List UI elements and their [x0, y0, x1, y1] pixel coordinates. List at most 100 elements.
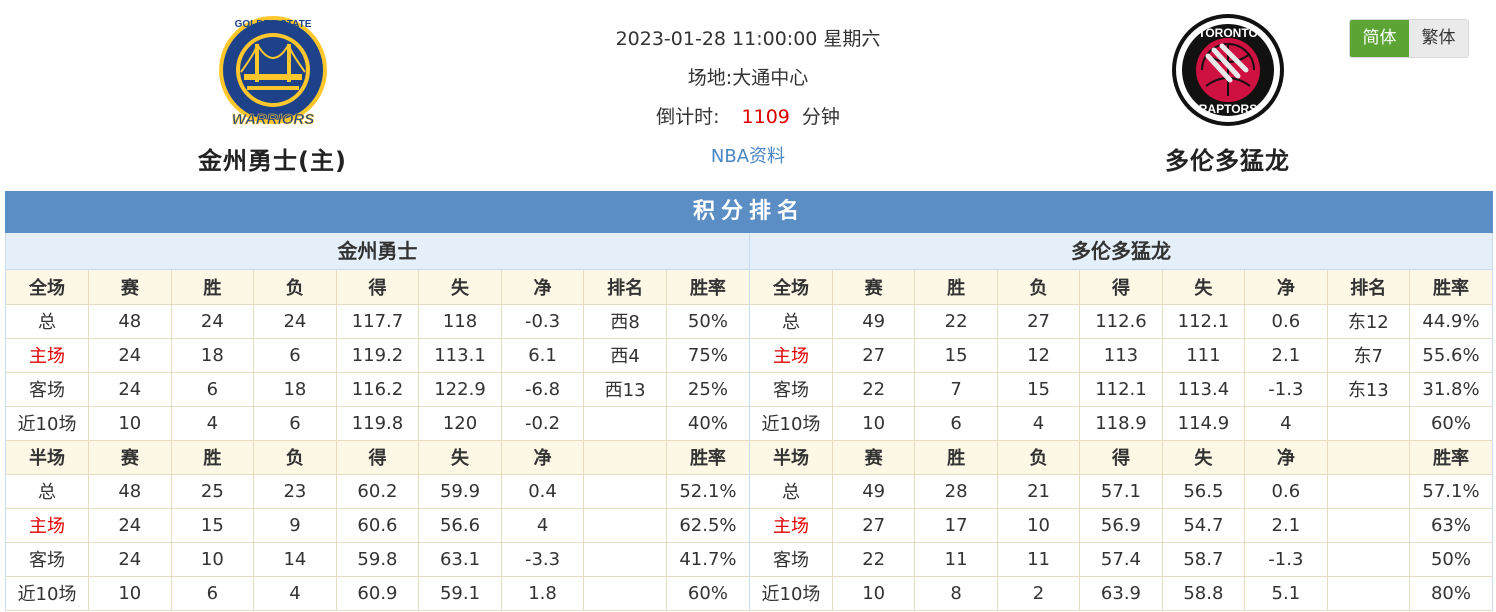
table-cell: 12 [997, 338, 1081, 373]
table-cell: 6 [171, 372, 255, 407]
table-cell: 118 [418, 304, 502, 339]
table-cell: 18 [171, 338, 255, 373]
row-label: 客场 [6, 542, 90, 577]
table-cell: 东7 [1327, 338, 1411, 373]
column-header: 胜率 [1409, 270, 1492, 305]
table-cell: 55.6% [1409, 338, 1492, 373]
table-row: 客场 24 6 18 116.2 122.9 -6.8 西13 25% [6, 372, 749, 407]
row-label: 客场 [6, 372, 90, 407]
table-cell: 24 [88, 542, 172, 577]
away-team-name: 多伦多猛龙 [1165, 147, 1290, 175]
table-row: 客场 24 10 14 59.8 63.1 -3.3 41.7% [6, 542, 749, 577]
away-team-block: TORONTO RAPTORS 多伦多猛龙 [1115, 10, 1340, 176]
table-cell: 111 [1162, 338, 1246, 373]
table-cell: 4 [253, 576, 337, 611]
table-cell: 60.9 [336, 576, 420, 611]
table-cell: 21 [997, 474, 1081, 509]
row-label: 总 [750, 304, 833, 339]
table-cell: 10 [88, 406, 172, 441]
table-cell: 116.2 [336, 372, 420, 407]
table-cell: 17 [914, 508, 998, 543]
logo-text-bottom: RAPTORS [1198, 102, 1256, 116]
row-label: 总 [6, 304, 90, 339]
table-cell: 0.4 [501, 474, 585, 509]
column-header: 净 [501, 440, 585, 475]
table-cell: 10 [832, 576, 916, 611]
table-cell: 22 [832, 542, 916, 577]
row-label: 主场 [6, 508, 90, 543]
home-team-name: 金州勇士(主) [198, 147, 347, 175]
table-cell: 58.7 [1162, 542, 1246, 577]
column-header: 排名 [583, 270, 667, 305]
table-cell [583, 542, 667, 577]
column-header: 胜 [171, 440, 255, 475]
row-label: 客场 [750, 542, 833, 577]
table-cell: 59.8 [336, 542, 420, 577]
standings-panel-away: 多伦多猛龙 全场赛胜负得失净排名 胜率总 49 22 27 112.6 112.1 0.6 东1… [749, 233, 1493, 611]
table-cell: 112.1 [1162, 304, 1246, 339]
table-cell: 22 [832, 372, 916, 407]
table-cell: 56.5 [1162, 474, 1246, 509]
row-label: 客场 [750, 372, 833, 407]
table-cell: 23 [253, 474, 337, 509]
column-header [583, 440, 667, 475]
table-cell: 9 [253, 508, 337, 543]
row-label: 近10场 [750, 576, 833, 611]
table-cell [583, 474, 667, 509]
table-cell: 27 [997, 304, 1081, 339]
venue-name: 大通中心 [732, 67, 809, 89]
table-cell: 57.1 [1079, 474, 1163, 509]
column-header: 得 [336, 440, 420, 475]
table-cell: 10 [997, 508, 1081, 543]
table-cell: 10 [832, 406, 916, 441]
table-cell: 119.2 [336, 338, 420, 373]
table-row: 近10场 10 8 2 63.9 58.8 5.1 80% [750, 576, 1492, 611]
venue-row: 场地:大通中心 [550, 61, 946, 100]
column-header: 赛 [832, 440, 916, 475]
countdown-unit: 分钟 [801, 106, 840, 128]
table-cell: 122.9 [418, 372, 502, 407]
table-cell: 120 [418, 406, 502, 441]
venue-label: 场地: [687, 67, 733, 89]
table-cell: 60.2 [336, 474, 420, 509]
standings-panels: 金州勇士 全场赛胜负得失净排名 胜率总 48 24 24 117.7 118 -0.3 西8 50… [5, 233, 1493, 611]
table-row: 总 48 25 23 60.2 59.9 0.4 52.1% [6, 474, 749, 509]
table-cell: 东12 [1327, 304, 1411, 339]
column-header: 半场 [750, 440, 833, 475]
table-cell: 28 [914, 474, 998, 509]
table-cell: 14 [253, 542, 337, 577]
table-cell: 114.9 [1162, 406, 1246, 441]
table-row: 总 49 28 21 57.1 56.5 0.6 57.1% [750, 474, 1492, 509]
table-cell: 118.9 [1079, 406, 1163, 441]
countdown-row: 倒计时: 1109 分钟 [550, 100, 946, 139]
column-header: 失 [418, 270, 502, 305]
table-cell: 6 [171, 576, 255, 611]
table-cell: 24 [171, 304, 255, 339]
row-label: 主场 [6, 338, 90, 373]
table-cell [583, 576, 667, 611]
home-team-block: GOLDEN STATE WARRIORS 金州勇士(主) [160, 10, 385, 176]
table-cell: -0.2 [501, 406, 585, 441]
table-cell: 60.6 [336, 508, 420, 543]
column-header: 得 [1079, 270, 1163, 305]
table-cell: -0.3 [501, 304, 585, 339]
standings-table: 全场赛胜负得失净排名 胜率总 49 22 27 112.6 112.1 0.6 东12 44.9%… [750, 270, 1492, 611]
table-cell: 6 [253, 406, 337, 441]
row-label: 近10场 [6, 406, 90, 441]
nba-info-link[interactable]: NBA资料 [711, 146, 785, 167]
table-cell: 西8 [583, 304, 667, 339]
table-cell [1327, 474, 1411, 509]
table-row: 近10场 10 6 4 118.9 114.9 4 60% [750, 406, 1492, 441]
simplified-chinese-button[interactable]: 简体 [1350, 20, 1409, 57]
language-switch: 简体 繁体 [1349, 19, 1469, 58]
toronto-raptors-logo-icon: TORONTO RAPTORS [1171, 14, 1284, 126]
table-cell: 57.1% [1409, 474, 1492, 509]
traditional-chinese-button[interactable]: 繁体 [1409, 20, 1468, 57]
table-cell: 48 [88, 304, 172, 339]
countdown-value: 1109 [741, 106, 790, 128]
table-cell [1327, 576, 1411, 611]
column-header: 胜率 [666, 270, 749, 305]
table-header-row: 全场赛胜负得失净排名 胜率 [6, 270, 749, 305]
column-header: 净 [1244, 440, 1328, 475]
table-cell: -3.3 [501, 542, 585, 577]
